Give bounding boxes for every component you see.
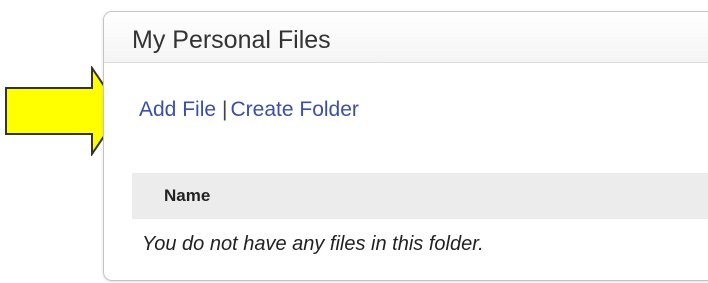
- action-separator: |: [222, 98, 228, 121]
- file-actions: Add File | Create Folder: [139, 97, 359, 123]
- panel-title: My Personal Files: [132, 26, 331, 54]
- personal-files-panel: My Personal Files Add File | Create Folder…: [103, 11, 708, 281]
- empty-folder-message: You do not have any files in this folder…: [142, 233, 484, 255]
- column-header-name[interactable]: Name: [164, 186, 210, 205]
- panel-header: My Personal Files: [104, 12, 708, 63]
- add-file-link[interactable]: Add File: [139, 98, 216, 121]
- files-table-header: Name: [132, 173, 708, 219]
- create-folder-link[interactable]: Create Folder: [231, 98, 359, 121]
- screenshot-stage: My Personal Files Add File | Create Folder…: [0, 0, 708, 283]
